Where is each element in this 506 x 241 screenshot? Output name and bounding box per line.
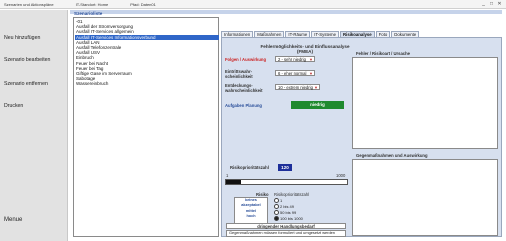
entdeckung-label: Entdeckungs-wahrscheinlichkeit [225, 83, 263, 93]
rpz-range-title: Risikoprioritätszahl [274, 192, 310, 197]
handlungsbedarf-note: Gegenmaßnahmen müssen formuliert und umg… [226, 230, 346, 237]
rpz-option-4[interactable]: 100 bis 1000 [274, 216, 303, 222]
entdeckung-value: 10 - extrem niedrig [278, 85, 313, 90]
eintritt-select[interactable]: 6 - eher normal ▼ [275, 70, 315, 76]
risk-legend: keines akzeptabel mittel hoch [234, 197, 268, 225]
remove-scenario-button[interactable]: Szenario entfernen [4, 81, 64, 87]
planning-status-button[interactable]: niedrig [291, 101, 344, 109]
radio-icon[interactable] [274, 198, 279, 204]
list-item[interactable]: Wassereinbruch [75, 81, 219, 86]
rpz-option-label: 2 bis 49 [280, 204, 295, 209]
rpz-label: Risikoprioritätszahl [230, 165, 269, 170]
folgen-select[interactable]: 2 - sehr niedrig ▼ [275, 56, 315, 62]
print-button[interactable]: Drucken [4, 103, 64, 109]
rpz-min-label: 1 [226, 173, 229, 178]
rpz-option-label: 50 bis 99 [280, 210, 297, 215]
scenario-list-title: Szenarioliste [74, 11, 103, 16]
rpz-option-label: 1 [280, 198, 283, 203]
risk-legend-hoch: hoch [246, 214, 256, 219]
fmea-title: Fehlermöglichkeits- und Einflussanalyse … [260, 44, 350, 54]
path-label: Pfad: Daten01 [130, 1, 156, 7]
folgen-label: Folgen / Auswirkung [225, 57, 267, 62]
handlungsbedarf-label: dringender Handlungsbedarf [226, 223, 346, 229]
chevron-down-icon: ▼ [309, 57, 313, 62]
rpz-slider-fill [226, 180, 241, 184]
it-standort-label: IT-Standort: Home [75, 1, 109, 7]
app-title: Szenarien und Aktionspläne [4, 1, 54, 7]
radio-selected-icon[interactable] [274, 216, 279, 222]
rpz-option-2[interactable]: 2 bis 49 [274, 204, 295, 210]
eintritt-value: 6 - eher normal [278, 71, 307, 76]
fehler-textarea[interactable] [352, 57, 498, 149]
rpz-option-1[interactable]: 1 [274, 198, 283, 204]
rpz-option-3[interactable]: 50 bis 99 [274, 210, 297, 216]
header-strip [70, 10, 502, 14]
rpz-option-label: 100 bis 1000 [280, 216, 303, 221]
radio-icon[interactable] [274, 204, 279, 210]
title-bar: Szenarien und Aktionspläne IT-Standort: … [0, 0, 506, 9]
minimize-button[interactable]: _ [480, 1, 487, 7]
close-button[interactable]: ✕ [496, 1, 503, 7]
chevron-down-icon: ▼ [309, 71, 313, 76]
add-scenario-button[interactable]: Neu hinzufügen [4, 35, 64, 41]
gegen-title: Gegenmaßnahmen und Auswirkung [356, 153, 428, 158]
menu-button[interactable]: Menue [4, 217, 64, 223]
chevron-down-icon: ▼ [314, 85, 318, 90]
fehler-title: Fehler / Risikoart / Ursache [356, 51, 410, 56]
folgen-value: 2 - sehr niedrig [278, 57, 306, 62]
radio-icon[interactable] [274, 210, 279, 216]
planung-label: Aufgaben Planung [225, 103, 262, 108]
maximize-button[interactable]: □ [488, 1, 495, 7]
gegen-textarea[interactable] [352, 159, 498, 236]
rpz-slider[interactable] [225, 179, 348, 185]
left-nav-panel: Neu hinzufügen Szenario bearbeiten Szena… [0, 10, 68, 241]
entdeckung-select[interactable]: 10 - extrem niedrig ▼ [275, 84, 320, 90]
eintritt-label: Eintrittswahr-scheinlichkeit [225, 69, 253, 79]
rpz-value: 120 [278, 164, 292, 171]
rpz-max-label: 1000 [336, 173, 346, 178]
edit-scenario-button[interactable]: Szenario bearbeiten [4, 57, 64, 63]
scenario-list[interactable]: -01 Ausfall der Stromversorgung Ausfall … [73, 17, 219, 237]
